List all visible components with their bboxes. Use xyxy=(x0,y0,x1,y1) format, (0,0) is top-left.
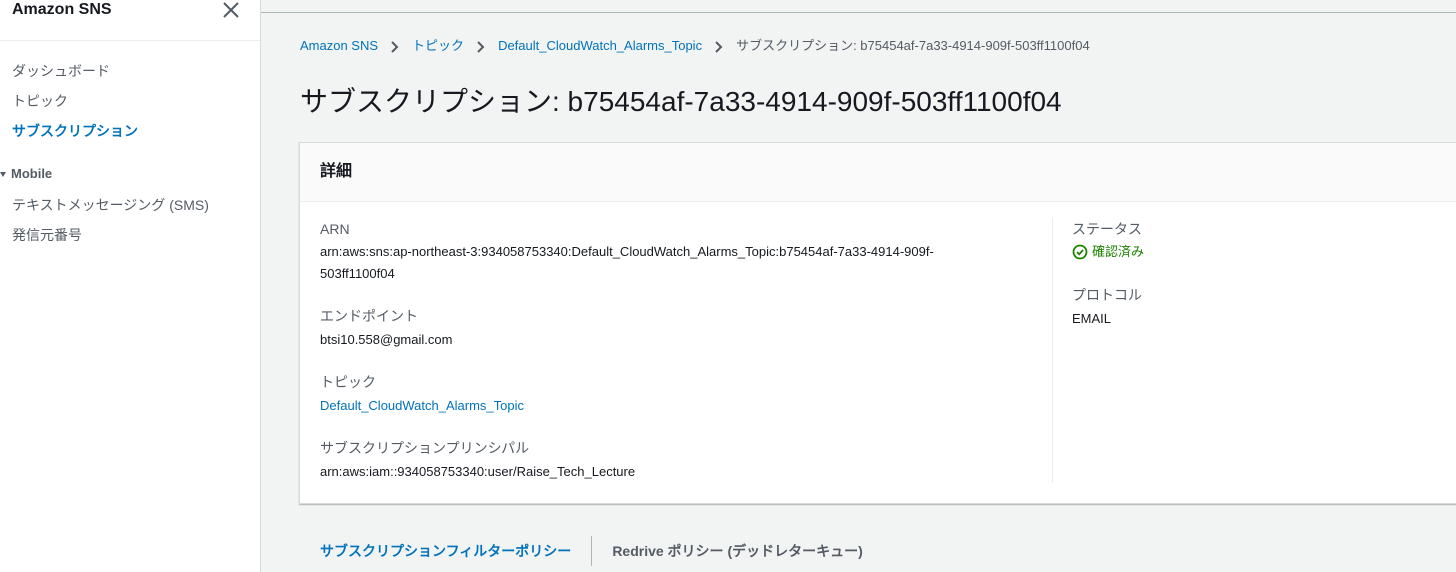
status-label: ステータス xyxy=(1072,221,1142,237)
sidebar-item-subscriptions[interactable]: サブスクリプション xyxy=(12,122,138,140)
caret-down-icon xyxy=(0,172,6,178)
principal-value: arn:aws:iam::934058753340:user/Raise_Tec… xyxy=(320,464,636,479)
sidebar-item-topics[interactable]: トピック xyxy=(12,92,68,110)
arn-value-line2: 503ff1100f04 xyxy=(320,266,395,281)
arn-label: ARN xyxy=(320,221,350,237)
sidebar-item-origination-numbers[interactable]: 発信元番号 xyxy=(12,226,82,244)
breadcrumb-current: サブスクリプション: b75454af-7a33-4914-909f-503ff… xyxy=(736,38,1090,53)
top-divider xyxy=(261,12,1456,13)
details-title: 詳細 xyxy=(320,163,353,180)
chevron-right-icon xyxy=(464,37,498,55)
sidebar-item-sms[interactable]: テキストメッセージング (SMS) xyxy=(12,196,209,214)
column-divider xyxy=(1052,217,1053,483)
tab-redrive-policy[interactable]: Redrive ポリシー (デッドレターキュー) xyxy=(592,542,882,560)
status-value: 確認済み xyxy=(1092,244,1145,259)
sidebar-header: Amazon SNS xyxy=(0,0,260,41)
breadcrumb-topic-name[interactable]: Default_CloudWatch_Alarms_Topic xyxy=(498,37,702,55)
protocol-value: EMAIL xyxy=(1072,311,1112,326)
details-panel-header: 詳細 xyxy=(300,143,1456,202)
check-circle-icon xyxy=(1072,244,1088,260)
endpoint-value: btsi10.558@gmail.com xyxy=(320,332,453,347)
tabs: サブスクリプションフィルターポリシー Redrive ポリシー (デッドレターキ… xyxy=(300,536,883,566)
page-title: サブスクリプション: b75454af-7a33-4914-909f-503ff… xyxy=(300,86,1062,117)
chevron-right-icon xyxy=(702,37,736,55)
arn-value-line1: arn:aws:sns:ap-northeast-3:934058753340:… xyxy=(320,244,934,259)
endpoint-label: エンドポイント xyxy=(320,308,418,324)
tab-subscription-filter-policy[interactable]: サブスクリプションフィルターポリシー xyxy=(300,542,591,560)
status-badge: 確認済み xyxy=(1072,243,1144,261)
topic-link[interactable]: Default_CloudWatch_Alarms_Topic xyxy=(320,395,524,417)
principal-label: サブスクリプションプリンシパル xyxy=(320,440,530,456)
sidebar-section-mobile[interactable]: Mobile xyxy=(0,165,52,183)
sidebar-section-label: Mobile xyxy=(11,166,53,181)
close-icon[interactable] xyxy=(221,0,241,20)
breadcrumb: Amazon SNS トピック Default_CloudWatch_Alarm… xyxy=(300,36,1090,56)
protocol-label: プロトコル xyxy=(1072,287,1142,303)
breadcrumb-topics[interactable]: トピック xyxy=(412,37,464,55)
details-panel: 詳細 ARN arn:aws:sns:ap-northeast-3:934058… xyxy=(299,142,1456,504)
sidebar: Amazon SNS ダッシュボード トピック サブスクリプション Mobile… xyxy=(0,0,261,572)
sidebar-title: Amazon SNS xyxy=(12,1,112,18)
chevron-right-icon xyxy=(378,37,412,55)
breadcrumb-amazon-sns[interactable]: Amazon SNS xyxy=(300,37,378,55)
topic-label: トピック xyxy=(320,374,376,390)
sidebar-item-dashboard[interactable]: ダッシュボード xyxy=(12,62,110,80)
